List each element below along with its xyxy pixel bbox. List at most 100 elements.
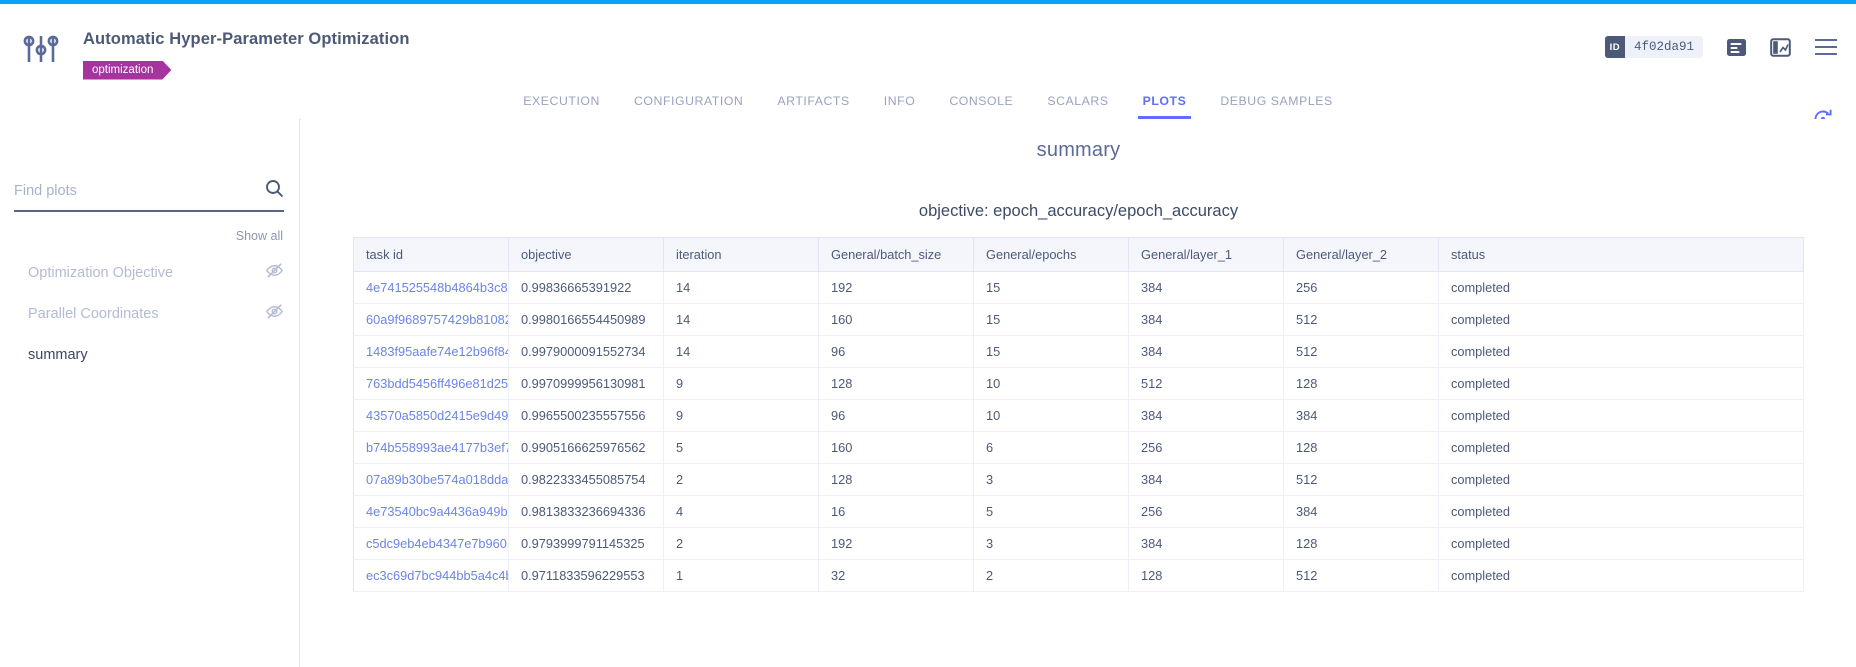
cell-general-epochs: 2 — [974, 560, 1129, 592]
task-id-chip[interactable]: ID 4f02da91 — [1605, 36, 1703, 58]
column-header-task-id[interactable]: task id — [354, 238, 509, 272]
cell-general-epochs: 3 — [974, 528, 1129, 560]
cell-iteration: 14 — [664, 336, 819, 368]
task-id-link[interactable]: 4e741525548b4864b3c843c212 — [366, 280, 509, 295]
cell-general-layer-1: 384 — [1129, 272, 1284, 304]
task-id-link[interactable]: 1483f95aafe74e12b96f846732c — [366, 344, 509, 359]
cell-status: completed — [1439, 528, 1804, 560]
table-row: 07a89b30be574a018ddaca98d10.982233345508… — [354, 464, 1804, 496]
cell-task-id[interactable]: 43570a5850d2415e9d493f5e32 — [354, 400, 509, 432]
cell-general-batch-size: 160 — [819, 432, 974, 464]
sidebar-item-summary[interactable]: summary — [0, 334, 300, 375]
sidebar-item-parallel-coordinates[interactable]: Parallel Coordinates — [0, 293, 300, 334]
cell-task-id[interactable]: c5dc9eb4eb4347e7b960169e17 — [354, 528, 509, 560]
cell-general-epochs: 10 — [974, 368, 1129, 400]
cell-objective: 0.9965500235557556 — [509, 400, 664, 432]
plots-sidebar: Show all Optimization Objective Parallel… — [0, 119, 300, 667]
search-icon[interactable] — [265, 179, 284, 203]
sidebar-item-label: Parallel Coordinates — [28, 306, 159, 322]
tab-artifacts[interactable]: ARTIFACTS — [760, 84, 866, 119]
tab-info[interactable]: INFO — [867, 84, 933, 119]
cell-iteration: 4 — [664, 496, 819, 528]
tab-plots[interactable]: PLOTS — [1126, 84, 1204, 119]
task-id-link[interactable]: ec3c69d7bc944bb5a4c4b4a38b — [366, 568, 509, 583]
cell-general-layer-2: 512 — [1284, 464, 1439, 496]
cell-general-layer-1: 384 — [1129, 336, 1284, 368]
plot-panel-icon[interactable] — [1770, 37, 1791, 58]
task-id-link[interactable]: 43570a5850d2415e9d493f5e32 — [366, 408, 509, 423]
tab-configuration[interactable]: CONFIGURATION — [617, 84, 760, 119]
cell-iteration: 14 — [664, 272, 819, 304]
cell-general-layer-2: 512 — [1284, 560, 1439, 592]
cell-general-epochs: 6 — [974, 432, 1129, 464]
cell-task-id[interactable]: ec3c69d7bc944bb5a4c4b4a38b — [354, 560, 509, 592]
task-id-link[interactable]: 07a89b30be574a018ddaca98d1 — [366, 472, 509, 487]
column-header-general-layer-2[interactable]: General/layer_2 — [1284, 238, 1439, 272]
sidebar-item-label: Optimization Objective — [28, 265, 173, 281]
cell-general-epochs: 3 — [974, 464, 1129, 496]
column-header-general-batch-size[interactable]: General/batch_size — [819, 238, 974, 272]
task-id-link[interactable]: 60a9f9689757429b8108224b48 — [366, 312, 509, 327]
cell-general-batch-size: 192 — [819, 272, 974, 304]
cell-status: completed — [1439, 560, 1804, 592]
cell-objective: 0.9970999956130981 — [509, 368, 664, 400]
cell-task-id[interactable]: b74b558993ae4177b3ef73e9d5 — [354, 432, 509, 464]
cell-general-epochs: 5 — [974, 496, 1129, 528]
cell-task-id[interactable]: 4e741525548b4864b3c843c212 — [354, 272, 509, 304]
column-header-iteration[interactable]: iteration — [664, 238, 819, 272]
eye-off-icon[interactable] — [265, 261, 284, 285]
cell-task-id[interactable]: 1483f95aafe74e12b96f846732c — [354, 336, 509, 368]
task-id-link[interactable]: c5dc9eb4eb4347e7b960169e17 — [366, 536, 509, 551]
tab-execution[interactable]: EXECUTION — [506, 84, 617, 119]
cell-status: completed — [1439, 336, 1804, 368]
table-body: 4e741525548b4864b3c843c2120.998366653919… — [354, 272, 1804, 592]
cell-general-layer-2: 128 — [1284, 368, 1439, 400]
cell-task-id[interactable]: 60a9f9689757429b8108224b48 — [354, 304, 509, 336]
cell-general-layer-2: 128 — [1284, 432, 1439, 464]
cell-general-batch-size: 96 — [819, 336, 974, 368]
column-header-general-epochs[interactable]: General/epochs — [974, 238, 1129, 272]
table-row: 4e73540bc9a4436a949b2895fc0.981383323669… — [354, 496, 1804, 528]
table-row: 763bdd5456ff496e81d25e677b00.99709999561… — [354, 368, 1804, 400]
cell-status: completed — [1439, 464, 1804, 496]
find-plots-search[interactable] — [14, 179, 284, 212]
tab-scalars[interactable]: SCALARS — [1030, 84, 1125, 119]
details-panel-icon[interactable] — [1726, 37, 1747, 58]
show-all-link[interactable]: Show all — [236, 229, 283, 243]
column-header-status[interactable]: status — [1439, 238, 1804, 272]
cell-general-epochs: 15 — [974, 336, 1129, 368]
cell-general-layer-1: 384 — [1129, 304, 1284, 336]
cell-general-layer-1: 384 — [1129, 464, 1284, 496]
eye-off-icon[interactable] — [265, 302, 284, 326]
cell-objective: 0.9905166625976562 — [509, 432, 664, 464]
table-row: 43570a5850d2415e9d493f5e320.996550023555… — [354, 400, 1804, 432]
cell-general-batch-size: 16 — [819, 496, 974, 528]
tab-debug-samples[interactable]: DEBUG SAMPLES — [1203, 84, 1349, 119]
sidebar-item-optimization-objective[interactable]: Optimization Objective — [0, 252, 300, 293]
task-id-label: ID — [1605, 36, 1625, 58]
cell-iteration: 2 — [664, 528, 819, 560]
task-id-value: 4f02da91 — [1625, 40, 1703, 54]
cell-general-batch-size: 128 — [819, 368, 974, 400]
hamburger-menu-icon[interactable] — [1814, 38, 1838, 56]
cell-task-id[interactable]: 763bdd5456ff496e81d25e677b0 — [354, 368, 509, 400]
cell-iteration: 9 — [664, 368, 819, 400]
cell-general-layer-1: 256 — [1129, 496, 1284, 528]
cell-general-batch-size: 32 — [819, 560, 974, 592]
cell-objective: 0.99836665391922 — [509, 272, 664, 304]
search-input[interactable] — [14, 183, 265, 199]
cell-general-layer-1: 128 — [1129, 560, 1284, 592]
cell-task-id[interactable]: 4e73540bc9a4436a949b2895fc — [354, 496, 509, 528]
sliders-icon — [20, 28, 62, 70]
task-id-link[interactable]: 763bdd5456ff496e81d25e677b0 — [366, 376, 509, 391]
task-id-link[interactable]: b74b558993ae4177b3ef73e9d5 — [366, 440, 509, 455]
column-header-objective[interactable]: objective — [509, 238, 664, 272]
task-id-link[interactable]: 4e73540bc9a4436a949b2895fc — [366, 504, 509, 519]
cell-task-id[interactable]: 07a89b30be574a018ddaca98d1 — [354, 464, 509, 496]
task-tag[interactable]: optimization — [83, 61, 171, 80]
cell-general-layer-2: 384 — [1284, 496, 1439, 528]
table-row: 60a9f9689757429b8108224b480.998016655445… — [354, 304, 1804, 336]
tab-console[interactable]: CONSOLE — [932, 84, 1030, 119]
table-row: b74b558993ae4177b3ef73e9d50.990516662597… — [354, 432, 1804, 464]
column-header-general-layer-1[interactable]: General/layer_1 — [1129, 238, 1284, 272]
